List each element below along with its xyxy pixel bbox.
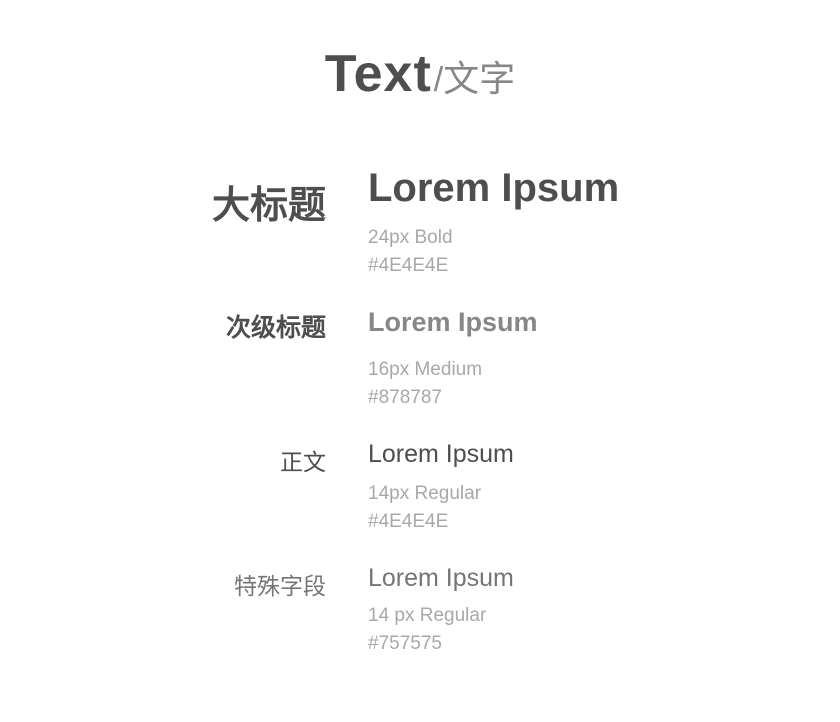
spec-font-subheading: 16px Medium	[368, 359, 483, 380]
spec-color-special: #757575	[368, 633, 442, 654]
page-title: Text/文字	[0, 44, 840, 104]
spec-color-subheading: #878787	[368, 387, 442, 408]
spec-block-heading: 24px Bold #4E4E4E	[368, 224, 453, 280]
spec-block-body: 14px Regular #4E4E4E	[368, 480, 481, 536]
row-label-subheading: 次级标题	[225, 313, 326, 342]
spec-color-body: #4E4E4E	[368, 511, 449, 532]
spec-block-special: 14 px Regular #757575	[368, 602, 486, 658]
row-label-heading: 大标题	[211, 183, 326, 227]
sample-text-body: Lorem Ipsum	[368, 440, 514, 468]
spec-font-special: 14 px Regular	[368, 605, 487, 626]
sample-text-subheading: Lorem Ipsum	[368, 307, 538, 337]
spec-font-heading: 24px Bold	[368, 227, 453, 248]
spec-font-body: 14px Regular	[368, 483, 482, 504]
row-label-body: 正文	[280, 450, 326, 476]
page-title-english: Text	[324, 45, 432, 103]
spec-color-heading: #4E4E4E	[368, 255, 449, 276]
sample-text-heading: Lorem Ipsum	[368, 166, 620, 210]
page-title-chinese: 文字	[443, 59, 516, 100]
page-title-separator: /	[433, 61, 444, 99]
spec-block-subheading: 16px Medium #878787	[368, 356, 482, 412]
sample-text-special: Lorem Ipsum	[368, 564, 514, 592]
row-label-special: 特殊字段	[234, 574, 326, 600]
